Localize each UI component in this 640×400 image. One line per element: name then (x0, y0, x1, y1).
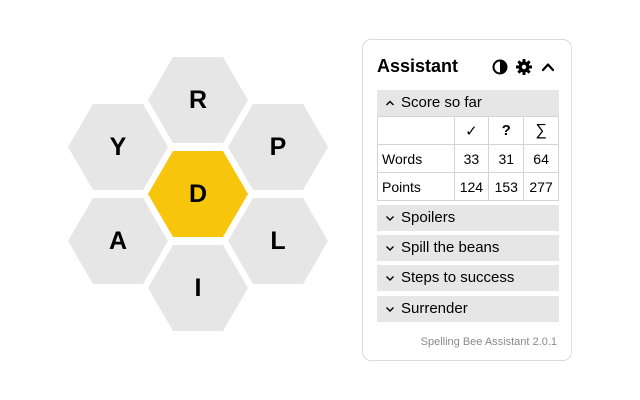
hex-letter: L (270, 226, 286, 255)
remaining-column-header: ? (488, 116, 525, 145)
hex-letter: R (188, 85, 208, 114)
section-label: Score so far (401, 94, 482, 111)
section-label: Spoilers (401, 209, 456, 226)
chevron-up-icon[interactable] (539, 58, 557, 76)
steps-to-success-section[interactable]: Steps to success (377, 265, 559, 291)
table-cell: 31 (488, 144, 525, 173)
chevron-down-icon (385, 213, 397, 223)
hex-letter: Y (109, 132, 127, 161)
assistant-panel: Assistant Score so far ✓ ? ∑ Words 33 31… (362, 39, 572, 361)
hex-lower-right[interactable]: L (228, 198, 328, 284)
hex-lower-left[interactable]: A (68, 198, 168, 284)
panel-header: Assistant (363, 54, 571, 82)
table-row: Words 33 31 64 (377, 144, 559, 173)
total-column-header: ∑ (523, 116, 559, 145)
contrast-icon[interactable] (491, 58, 509, 76)
chevron-down-icon (385, 273, 397, 283)
hex-letter: P (269, 132, 287, 161)
section-label: Spill the beans (401, 239, 500, 256)
letter-hive: R Y P D A L I (0, 0, 360, 400)
hex-upper-right[interactable]: P (228, 104, 328, 190)
hex-letter: A (108, 226, 128, 255)
panel-title: Assistant (377, 56, 459, 76)
hex-top[interactable]: R (148, 57, 248, 143)
table-cell: 64 (523, 144, 559, 173)
spoilers-section[interactable]: Spoilers (377, 205, 559, 231)
found-column-header: ✓ (453, 116, 490, 145)
hex-letter: D (188, 179, 208, 208)
score-table: ✓ ? ∑ Words 33 31 64 Points 124 153 277 (377, 116, 559, 201)
table-row: Points 124 153 277 (377, 172, 559, 201)
row-label: Points (377, 172, 455, 201)
version-label: Spelling Bee Assistant 2.0.1 (420, 336, 557, 348)
row-label: Words (377, 144, 455, 173)
gear-icon[interactable] (515, 58, 533, 76)
table-cell (377, 116, 455, 145)
score-so-far-header[interactable]: Score so far (377, 90, 559, 116)
section-label: Steps to success (401, 269, 515, 286)
hex-bottom[interactable]: I (148, 245, 248, 331)
table-cell: 33 (453, 144, 490, 173)
spill-the-beans-section[interactable]: Spill the beans (377, 235, 559, 261)
chevron-up-icon (385, 98, 397, 108)
hex-letter: I (194, 273, 202, 302)
table-cell: 153 (488, 172, 525, 201)
table-header-row: ✓ ? ∑ (377, 116, 559, 145)
chevron-down-icon (385, 243, 397, 253)
surrender-section[interactable]: Surrender (377, 296, 559, 322)
hex-upper-left[interactable]: Y (68, 104, 168, 190)
table-cell: 124 (453, 172, 490, 201)
hex-center[interactable]: D (148, 151, 248, 237)
chevron-down-icon (385, 304, 397, 314)
table-cell: 277 (523, 172, 559, 201)
section-label: Surrender (401, 300, 468, 317)
